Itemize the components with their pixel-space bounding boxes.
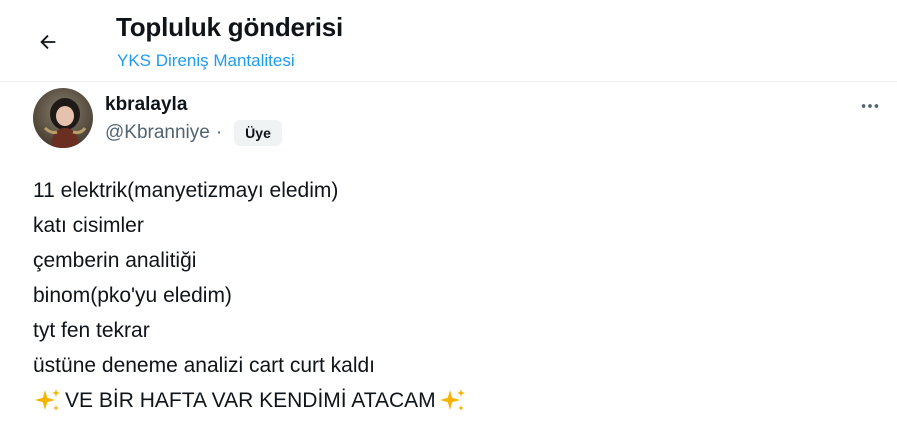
user-avatar (33, 88, 93, 148)
community-post-page: Topluluk gönderisi YKS Direniş Mantalite… (0, 0, 897, 447)
post-line: tyt fen tekrar (33, 319, 150, 342)
header-divider (0, 81, 897, 82)
sparkles-icon (439, 388, 465, 411)
author-display-name[interactable]: kbralayla (105, 94, 187, 116)
sparkles-icon (35, 388, 60, 411)
member-badge: Üye (234, 120, 282, 146)
arrow-left-icon (40, 34, 56, 50)
author-handle[interactable]: @Kbranniye (105, 122, 210, 144)
more-horizontal-icon (861, 104, 879, 108)
post-line: çemberin analitiği (33, 249, 197, 272)
back-button[interactable] (28, 22, 68, 62)
post-final-line: VE BİR HAFTA VAR KENDİMİ ATACAM (33, 383, 853, 418)
post-text: 11 elektrik(manyetizmayı eledim) katı ci… (33, 173, 853, 418)
post-line: 11 elektrik(manyetizmayı eledim) (33, 179, 339, 202)
post-final-text: VE BİR HAFTA VAR KENDİMİ ATACAM (65, 389, 436, 412)
more-options-button[interactable] (852, 88, 888, 124)
author-meta: @Kbranniye · Üye (105, 120, 282, 146)
meta-separator: · (215, 122, 223, 143)
post-line: üstüne deneme analizi cart curt kaldı (33, 354, 376, 377)
post-line: katı cisimler (33, 214, 144, 237)
post-line: binom(pko'yu eledim) (33, 284, 232, 307)
avatar[interactable] (33, 88, 93, 148)
page-title: Topluluk gönderisi (116, 12, 344, 42)
community-link[interactable]: YKS Direniş Mantalitesi (117, 51, 295, 71)
